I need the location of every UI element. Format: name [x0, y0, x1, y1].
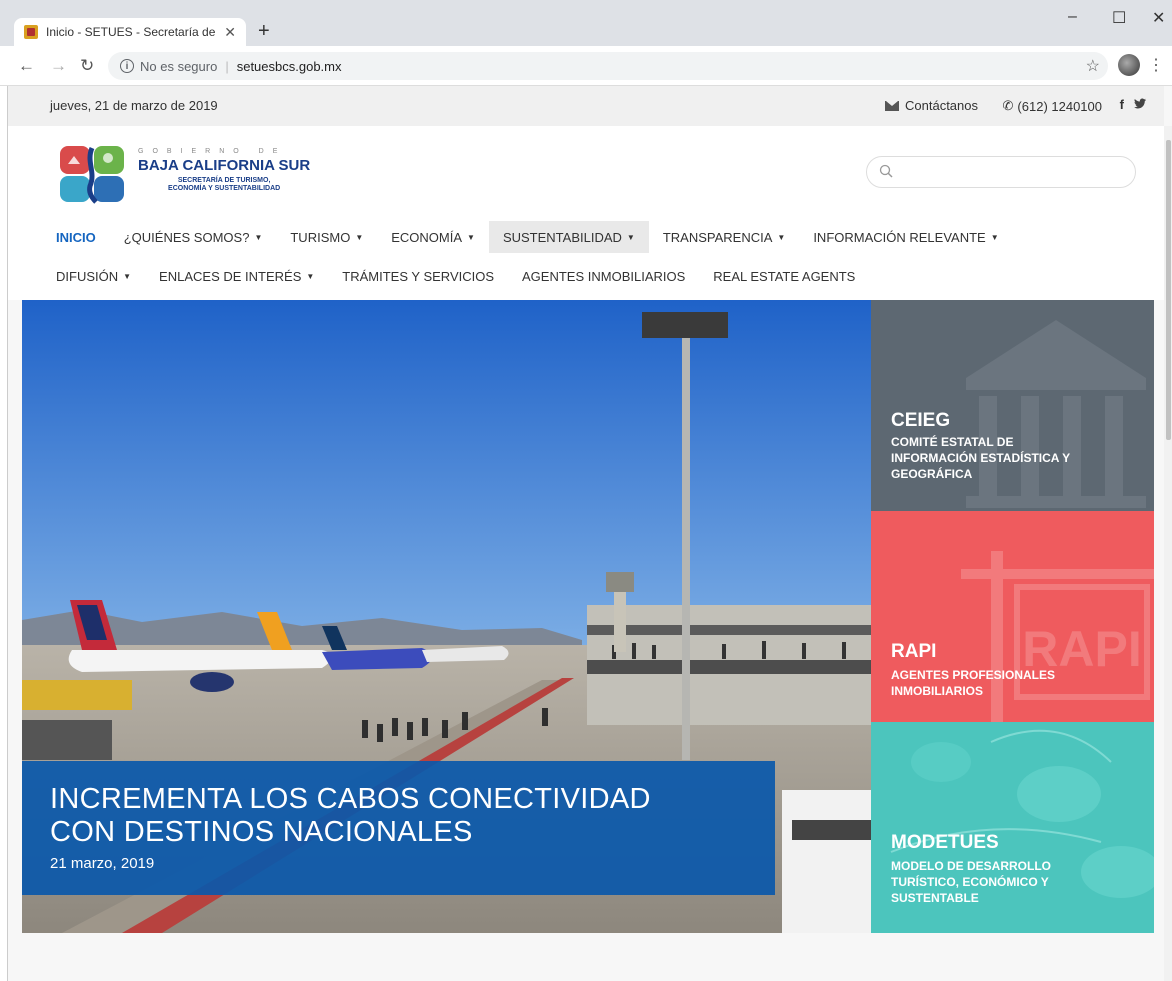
maximize-button[interactable]: ☐: [1112, 8, 1126, 28]
modetues-desc-2: TURÍSTICO, ECONÓMICO Y: [891, 875, 1049, 889]
security-label: No es seguro: [140, 58, 218, 74]
logo-state: BAJA CALIFORNIA SUR: [138, 157, 311, 174]
rapi-title: RAPI: [891, 641, 937, 662]
browser-tab-strip: Inicio - SETUES - Secretaría de Tu ✕ + –…: [0, 0, 1172, 46]
reload-icon[interactable]: ↻: [80, 56, 94, 76]
rapi-desc-1: AGENTES PROFESIONALES: [891, 668, 1056, 682]
hero-headline-1: INCREMENTA LOS CABOS CONECTIVIDAD: [50, 783, 651, 815]
hero-slide[interactable]: INCREMENTA LOS CABOS CONECTIVIDAD CON DE…: [22, 300, 871, 933]
nav-quienes-somos[interactable]: ¿QUIÉNES SOMOS? ▼: [110, 221, 277, 253]
window-left-edge: [0, 86, 8, 981]
nav-agentes-inmobiliarios[interactable]: AGENTES INMOBILIARIOS: [508, 260, 699, 292]
nav-transparencia[interactable]: TRANSPARENCIA ▼: [649, 221, 799, 253]
browser-toolbar: ← → ↻ i No es seguro | setuesbcs.gob.mx …: [0, 46, 1172, 86]
rapi-panel[interactable]: RAPI RAPI AGENTES PROFESIONALES INMOBILI…: [871, 511, 1154, 722]
hero-headline-2: CON DESTINOS NACIONALES: [50, 816, 473, 848]
menu-kebab-icon[interactable]: ⋮: [1148, 55, 1164, 75]
envelope-icon: [885, 100, 899, 111]
modetues-desc-1: MODELO DE DESARROLLO: [891, 859, 1052, 873]
tab-title: Inicio - SETUES - Secretaría de Tu: [46, 25, 219, 39]
url-text: setuesbcs.gob.mx: [236, 58, 342, 74]
nav-real-estate-agents[interactable]: REAL ESTATE AGENTS: [699, 260, 869, 292]
logo-secretaria-1: SECRETARÍA DE TURISMO,: [177, 177, 271, 184]
hero-caption[interactable]: INCREMENTA LOS CABOS CONECTIVIDAD CON DE…: [22, 761, 775, 895]
close-window-button[interactable]: ✕: [1152, 8, 1165, 28]
hero-date: 21 marzo, 2019: [50, 855, 155, 872]
site-header: GOBIERNO DE BAJA CALIFORNIA SUR SECRETAR…: [8, 126, 1164, 300]
chevron-down-icon: ▼: [123, 271, 132, 281]
current-date: jueves, 21 de marzo de 2019: [50, 98, 218, 113]
site-favicon-icon: [24, 25, 38, 39]
info-icon[interactable]: i: [120, 59, 134, 73]
forward-arrow-icon[interactable]: →: [50, 56, 67, 76]
ceieg-desc-2: INFORMACIÓN ESTADÍSTICA Y: [891, 451, 1071, 465]
chevron-down-icon: ▼: [467, 232, 475, 242]
back-arrow-icon[interactable]: ←: [18, 56, 35, 76]
contact-link[interactable]: Contáctanos: [885, 98, 978, 113]
rapi-desc-2: INMOBILIARIOS: [891, 684, 983, 698]
modetues-panel[interactable]: MODETUES MODELO DE DESARROLLO TURÍSTICO,…: [871, 722, 1154, 933]
search-input[interactable]: [866, 156, 1136, 188]
phone-info: ✆ (612) 1240100: [1003, 98, 1102, 114]
nav-difusion[interactable]: DIFUSIÓN ▼: [42, 260, 145, 292]
omnibox-separator: |: [225, 58, 229, 74]
ceieg-desc-3: GEOGRÁFICA: [891, 467, 973, 481]
facebook-icon[interactable]: f: [1120, 97, 1124, 112]
tab-close-icon[interactable]: ✕: [224, 24, 236, 41]
page-below-hero: [8, 933, 1164, 981]
new-tab-button[interactable]: +: [258, 20, 270, 43]
twitter-icon[interactable]: [1134, 97, 1146, 112]
minimize-button[interactable]: –: [1068, 8, 1077, 26]
modetues-title: MODETUES: [891, 832, 999, 853]
main-nav-row-1: INICIO ¿QUIÉNES SOMOS? ▼ TURISMO ▼ ECONOMÍ…: [42, 221, 1013, 253]
browser-tab[interactable]: Inicio - SETUES - Secretaría de Tu ✕: [14, 18, 246, 46]
ceieg-panel[interactable]: CEIEG COMITÉ ESTATAL DE INFORMACIÓN ESTA…: [871, 300, 1154, 511]
nav-sustentabilidad[interactable]: SUSTENTABILIDAD ▼: [488, 221, 649, 253]
phone-icon: ✆: [1002, 98, 1014, 113]
chevron-down-icon: ▼: [777, 232, 786, 242]
ceieg-desc-1: COMITÉ ESTATAL DE: [891, 435, 1014, 449]
logo-secretaria-2: ECONOMÍA Y SUSTENTABILIDAD: [168, 185, 281, 192]
ceieg-title: CEIEG: [891, 410, 951, 431]
nav-economia[interactable]: ECONOMÍA ▼: [377, 221, 489, 253]
scrollbar-thumb[interactable]: [1166, 140, 1171, 440]
bookmark-star-icon[interactable]: ☆: [1086, 56, 1100, 76]
chevron-down-icon: ▼: [626, 232, 635, 242]
nav-inicio[interactable]: INICIO: [42, 221, 110, 253]
logo-gobierno: GOBIERNO DE: [138, 148, 287, 155]
modetues-desc-3: SUSTENTABLE: [891, 891, 979, 905]
chevron-down-icon: ▼: [254, 232, 263, 242]
main-nav-row-2: DIFUSIÓN ▼ ENLACES DE INTERÉS ▼ TRÁMITES Y…: [42, 260, 869, 292]
nav-turismo[interactable]: TURISMO ▼: [276, 221, 377, 253]
nav-tramites-y-servicios[interactable]: TRÁMITES Y SERVICIOS: [328, 260, 508, 292]
phone-number: (612) 1240100: [1017, 98, 1102, 114]
nav-informacion-relevante[interactable]: INFORMACIÓN RELEVANTE ▼: [799, 221, 1012, 253]
search-icon: [879, 164, 893, 178]
address-bar[interactable]: i No es seguro | setuesbcs.gob.mx: [108, 52, 1108, 80]
logo-text[interactable]: GOBIERNO DE BAJA CALIFORNIA SUR SECRETAR…: [138, 148, 310, 193]
chevron-down-icon: ▼: [306, 271, 315, 281]
top-info-bar: jueves, 21 de marzo de 2019 Contáctanos …: [8, 86, 1164, 126]
profile-avatar[interactable]: [1118, 54, 1140, 76]
nav-enlaces-de-interes[interactable]: ENLACES DE INTERÉS ▼: [145, 260, 328, 292]
chevron-down-icon: ▼: [355, 232, 364, 242]
contact-label: Contáctanos: [905, 98, 978, 113]
state-logo-icon[interactable]: [56, 142, 128, 204]
chevron-down-icon: ▼: [990, 232, 999, 242]
